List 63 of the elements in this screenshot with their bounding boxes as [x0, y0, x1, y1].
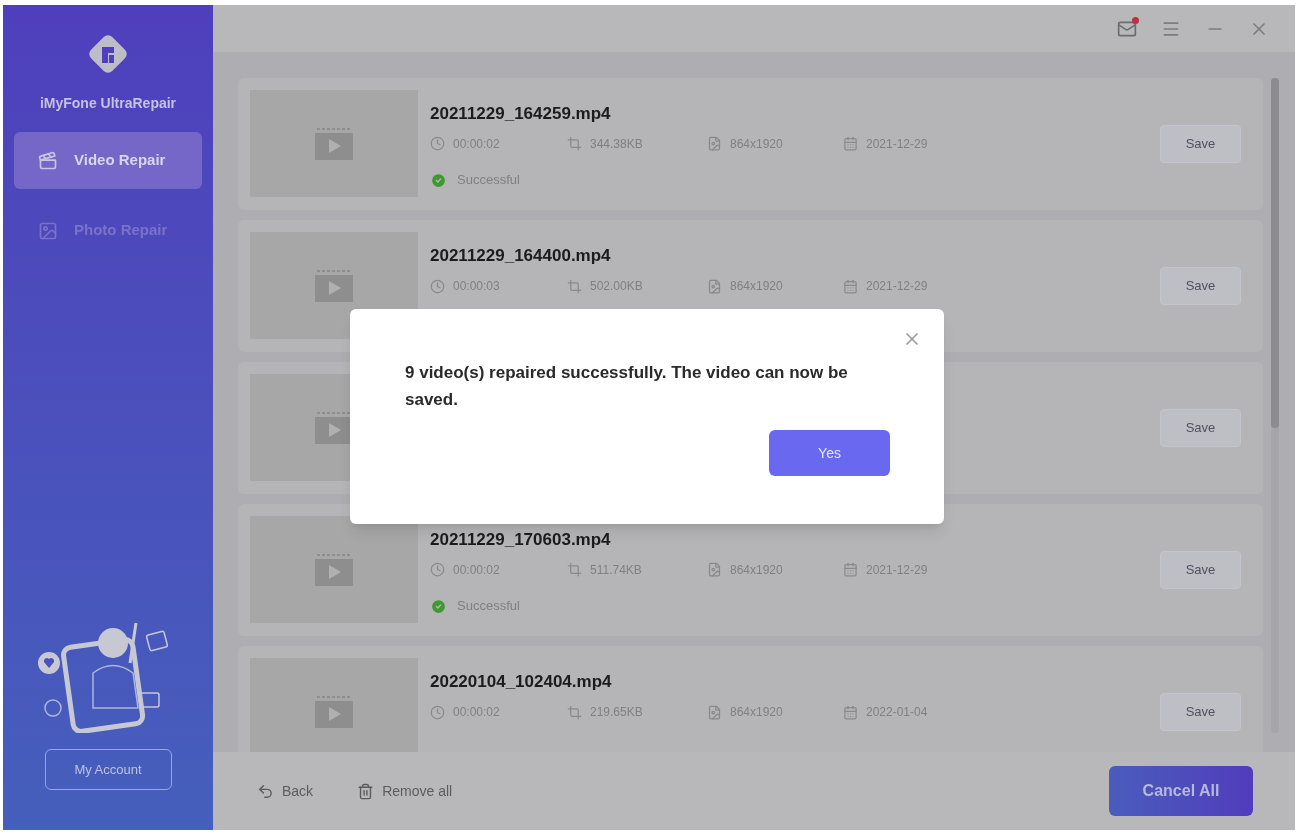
- app-name: iMyFone UltraRepair: [39, 94, 177, 113]
- video-file-name: 20211229_164259.mp4: [430, 104, 611, 123]
- yes-button[interactable]: Yes: [769, 430, 890, 476]
- cancel-all-button[interactable]: Cancel All: [1109, 766, 1253, 816]
- video-meta: 511.74KB: [590, 561, 642, 579]
- check-icon: [430, 597, 447, 615]
- trash-icon: [357, 782, 375, 800]
- calendar-icon: [843, 136, 858, 152]
- play-icon: [315, 411, 353, 444]
- video-meta: 864x1920: [730, 561, 783, 579]
- video-meta: 2021-12-29: [866, 561, 928, 579]
- file-icon: [707, 136, 722, 152]
- file-icon: [707, 562, 722, 578]
- check-icon: [430, 171, 447, 189]
- crop-icon: [567, 562, 582, 578]
- save-button[interactable]: Save: [1160, 125, 1241, 163]
- video-file-name: 20211229_170603.mp4: [430, 530, 611, 549]
- video-meta: 00:00:02: [453, 704, 500, 721]
- status-text: Successful: [457, 171, 520, 190]
- calendar-icon: [843, 562, 858, 578]
- clapperboard-icon: [38, 150, 58, 171]
- video-meta: 00:00:02: [453, 135, 500, 153]
- video-meta: 00:00:03: [453, 278, 500, 295]
- save-button[interactable]: Save: [1160, 267, 1241, 305]
- play-icon: [315, 695, 353, 728]
- back-button[interactable]: Back: [257, 780, 314, 802]
- video-meta: 864x1920: [730, 278, 783, 295]
- video-meta: 864x1920: [730, 135, 783, 153]
- video-meta: 2021-12-29: [866, 278, 928, 295]
- clock-icon: [430, 278, 445, 294]
- video-meta: 502.00KB: [590, 278, 643, 295]
- save-button[interactable]: Save: [1160, 551, 1241, 589]
- video-meta: 344.38KB: [590, 135, 643, 153]
- save-button[interactable]: Save: [1160, 409, 1241, 447]
- crop-icon: [567, 136, 582, 152]
- video-meta: 2022-01-04: [866, 704, 928, 721]
- file-icon: [707, 704, 722, 720]
- clock-icon: [430, 136, 445, 152]
- crop-icon: [567, 704, 582, 720]
- video-meta: 2021-12-29: [866, 135, 928, 153]
- dialog-message: 9 video(s) repaired successfully. The video can now be saved.: [405, 362, 849, 411]
- video-file-name: 20211229_164400.mp4: [430, 246, 611, 265]
- image-icon: [38, 220, 58, 241]
- video-meta: 219.65KB: [590, 704, 643, 721]
- calendar-icon: [843, 278, 858, 294]
- scrollbar[interactable]: [1271, 78, 1279, 733]
- clock-icon: [430, 562, 445, 578]
- play-icon: [315, 269, 353, 302]
- file-icon: [707, 278, 722, 294]
- undo-icon: [257, 782, 274, 800]
- play-icon: [315, 127, 353, 160]
- video-meta: 00:00:02: [453, 561, 500, 579]
- calendar-icon: [843, 704, 858, 720]
- remove-all-button[interactable]: Remove all: [357, 780, 453, 802]
- my-account-button[interactable]: My Account: [44, 749, 172, 790]
- play-icon: [315, 553, 353, 586]
- video-file-name: 20220104_102404.mp4: [430, 672, 612, 691]
- crop-icon: [567, 278, 582, 294]
- status-text: Successful: [457, 597, 520, 616]
- video-meta: 864x1920: [730, 704, 783, 721]
- clock-icon: [430, 704, 445, 720]
- save-button[interactable]: Save: [1160, 693, 1241, 731]
- sidebar-item[interactable]: Video Repair: [14, 132, 202, 189]
